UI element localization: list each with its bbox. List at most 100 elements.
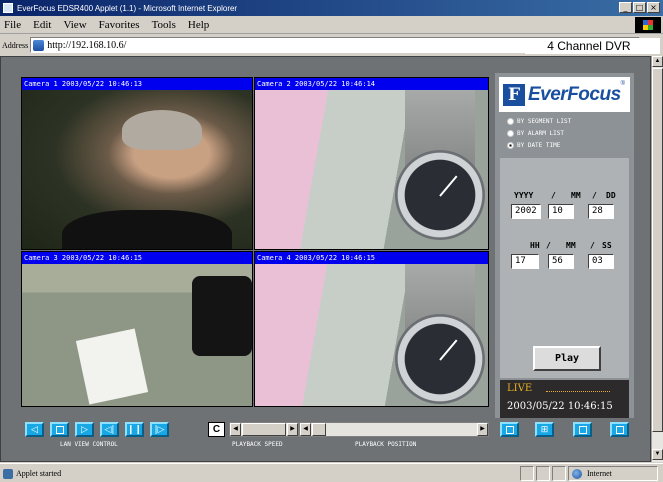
minute-input[interactable]: 56: [548, 254, 574, 269]
watch-face: [395, 150, 485, 240]
vertical-scrollbar[interactable]: ▲ ▼: [651, 56, 663, 462]
quad-view-button[interactable]: ⊞: [535, 422, 554, 437]
scroll-thumb[interactable]: [652, 68, 663, 432]
c-button[interactable]: C: [208, 422, 225, 437]
step-forward-button[interactable]: |▷: [150, 422, 169, 437]
menu-edit[interactable]: Edit: [33, 19, 51, 31]
search-mode-options: BY SEGMENT LIST BY ALARM LIST BY DATE TI…: [507, 115, 571, 151]
stop-button[interactable]: [50, 422, 69, 437]
person-hair: [122, 110, 202, 150]
camera-3-header: Camera 3 2003/05/22 10:46:15: [22, 252, 252, 264]
option-segment-list[interactable]: BY SEGMENT LIST: [507, 115, 571, 127]
status-pane: [536, 465, 550, 481]
second-input[interactable]: 03: [588, 254, 614, 269]
position-slider-thumb[interactable]: [312, 423, 326, 436]
maximize-button[interactable]: □: [633, 2, 646, 13]
playback-position-label: PLAYBACK POSITION: [355, 441, 417, 448]
month-input[interactable]: 10: [548, 204, 574, 219]
registered-mark: ®: [620, 81, 626, 87]
everfocus-logo: F EverFocus ®: [499, 77, 630, 112]
screen-icon: [578, 425, 587, 434]
pause-icon: ❙❙: [126, 424, 143, 435]
playback-speed-slider[interactable]: ◀ ▶: [229, 422, 299, 437]
option-alarm-list[interactable]: BY ALARM LIST: [507, 127, 571, 139]
status-pane: [552, 465, 566, 481]
view-mode-button-4[interactable]: [610, 422, 629, 437]
paper-note: [75, 328, 149, 405]
brand-name: EverFocus: [528, 83, 621, 105]
camera-1-header: Camera 1 2003/05/22 10:46:13: [22, 78, 252, 90]
control-panel: F EverFocus ® BY SEGMENT LIST BY ALARM L…: [495, 73, 634, 418]
radio-selected-icon: [507, 141, 514, 149]
address-field[interactable]: http://192.168.10.6/ 4 Channel DVR: [30, 37, 661, 54]
speed-left-arrow-icon[interactable]: ◀: [230, 423, 241, 436]
windows-logo-icon: [635, 17, 661, 33]
watch-face: [395, 314, 485, 404]
year-input[interactable]: 2002: [511, 204, 541, 219]
camera-1-view[interactable]: Camera 1 2003/05/22 10:46:13: [21, 77, 253, 250]
dotted-divider: [546, 391, 610, 392]
step-back-button[interactable]: ◁|: [100, 422, 119, 437]
label-ss: SS: [602, 241, 612, 250]
status-bar: Applet started Internet: [0, 463, 663, 482]
step-forward-icon: |▷: [154, 424, 165, 435]
camera-4-image: [255, 264, 488, 406]
menu-view[interactable]: View: [63, 19, 86, 31]
live-datetime: 2003/05/22 10:46:15: [507, 401, 613, 412]
hour-input[interactable]: 17: [511, 254, 539, 269]
pause-button[interactable]: ❙❙: [125, 422, 144, 437]
quad-screen-icon: ⊞: [540, 424, 549, 435]
camera-4-view[interactable]: Camera 4 2003/05/22 10:46:15: [254, 251, 489, 407]
channel-dvr-label: 4 Channel DVR: [525, 38, 661, 54]
playback-speed-label: PLAYBACK SPEED: [232, 441, 283, 448]
label-mm: MM: [566, 241, 576, 250]
dark-bag: [192, 276, 252, 356]
option-date-time[interactable]: BY DATE TIME: [507, 139, 571, 151]
label-mm: MM: [571, 191, 581, 200]
option-label: BY DATE TIME: [517, 141, 561, 149]
camera-3-view[interactable]: Camera 3 2003/05/22 10:46:15: [21, 251, 253, 407]
window-buttons: _ □ ×: [619, 2, 660, 13]
scroll-up-arrow-icon[interactable]: ▲: [652, 56, 663, 67]
position-right-arrow-icon[interactable]: ▶: [477, 423, 488, 436]
lan-view-control-label: LAN VIEW CONTROL: [60, 441, 118, 448]
view-mode-button-3[interactable]: [573, 422, 592, 437]
step-back-icon: ◁|: [104, 424, 115, 435]
play-forward-button[interactable]: ▷: [75, 422, 94, 437]
scroll-down-arrow-icon[interactable]: ▼: [652, 449, 663, 460]
status-text: Applet started: [0, 468, 520, 479]
menu-bar: File Edit View Favorites Tools Help: [0, 16, 663, 34]
menu-tools[interactable]: Tools: [152, 19, 176, 31]
internet-zone: Internet: [568, 465, 658, 481]
radio-icon: [507, 117, 514, 125]
window-titlebar: EverFocus EDSR400 Applet (1.1) - Microso…: [0, 0, 663, 16]
label-sep: /: [590, 241, 595, 250]
single-view-button[interactable]: [500, 422, 519, 437]
speed-slider-thumb[interactable]: [242, 423, 286, 436]
minimize-button[interactable]: _: [619, 2, 632, 13]
option-label: BY ALARM LIST: [517, 129, 564, 137]
menu-help[interactable]: Help: [188, 19, 209, 31]
camera-3-image: [22, 264, 252, 406]
playback-position-slider[interactable]: ◀ ▶: [299, 422, 489, 437]
menu-file[interactable]: File: [4, 19, 21, 31]
page-icon: [33, 39, 45, 51]
day-input[interactable]: 28: [588, 204, 614, 219]
play-button[interactable]: Play: [533, 346, 601, 371]
ie-page-icon: [3, 3, 13, 13]
rewind-button[interactable]: ◁: [25, 422, 44, 437]
camera-2-image: [255, 90, 488, 249]
window-title: EverFocus EDSR400 Applet (1.1) - Microso…: [17, 3, 238, 13]
camera-2-view[interactable]: Camera 2 2003/05/22 10:46:14: [254, 77, 489, 250]
label-sep: /: [592, 191, 597, 200]
camera-1-image: [22, 90, 252, 249]
address-bar: Address http://192.168.10.6/ 4 Channel D…: [0, 35, 663, 55]
single-screen-icon: [505, 425, 514, 434]
speed-right-arrow-icon[interactable]: ▶: [287, 423, 298, 436]
close-button[interactable]: ×: [647, 2, 660, 13]
menu-favorites[interactable]: Favorites: [99, 19, 140, 31]
status-pane: [520, 465, 534, 481]
position-left-arrow-icon[interactable]: ◀: [300, 423, 311, 436]
live-label: LIVE: [507, 383, 533, 394]
play-icon: ▷: [81, 424, 88, 435]
